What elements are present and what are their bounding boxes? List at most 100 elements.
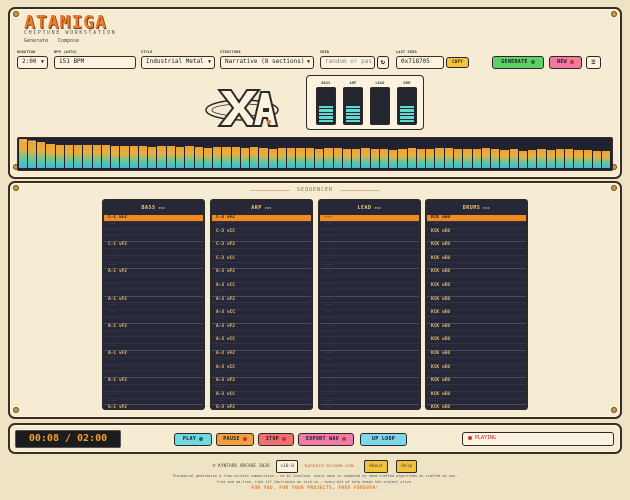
pause-button[interactable]: PAUSE	[216, 433, 254, 446]
sequencer-step[interactable]: A-1 vF2	[104, 324, 203, 331]
sequencer-step[interactable]: ---	[320, 324, 419, 331]
sequencer-step[interactable]: A-3 vF2	[212, 269, 311, 277]
sequencer-step[interactable]: ---	[212, 358, 311, 365]
sequencer-step[interactable]: ---	[320, 297, 419, 304]
sequencer-step[interactable]: ---	[427, 344, 526, 351]
sequencer-step[interactable]: ---	[427, 290, 526, 297]
sequencer-step[interactable]: ---	[104, 344, 203, 351]
sequencer-step[interactable]: A-3 vF2	[212, 351, 311, 358]
sequencer-step[interactable]: ---	[104, 392, 203, 399]
sequencer-step[interactable]: C-3 vF2	[212, 242, 311, 249]
sequencer-step[interactable]: ---	[320, 365, 419, 372]
sequencer-step[interactable]: ---	[104, 229, 203, 236]
about-button[interactable]: About	[364, 460, 388, 473]
sequencer-step[interactable]: ---	[104, 303, 203, 311]
copy-seed-button[interactable]: COPY	[446, 57, 469, 68]
help-button[interactable]: Help	[396, 460, 418, 473]
style-select[interactable]: Industrial Metal ▼	[141, 56, 215, 69]
sequencer-step[interactable]: ---	[212, 249, 311, 256]
sequencer-step[interactable]: A-1 vF2	[104, 378, 203, 385]
sequencer-step[interactable]: ---	[320, 249, 419, 256]
sequencer-step[interactable]: ---	[104, 385, 203, 392]
seed-input[interactable]: random or pas	[320, 56, 375, 69]
sequencer-step[interactable]: A-3 vCC	[212, 283, 311, 290]
sequencer-step[interactable]: ---	[104, 222, 203, 229]
sequencer-step[interactable]: A-1 vF2	[104, 297, 203, 304]
sequencer-step[interactable]: ---	[320, 405, 419, 408]
sequencer-step[interactable]: ---	[320, 263, 419, 270]
sequencer-step[interactable]: ---	[320, 351, 419, 358]
sequencer-step[interactable]: ---	[427, 358, 526, 365]
export-wav-button[interactable]: EXPORT WAV	[298, 433, 354, 446]
sequencer-step[interactable]: ---	[104, 276, 203, 283]
stop-button[interactable]: STOP	[258, 433, 294, 446]
sequencer-step[interactable]: ---	[320, 256, 419, 263]
sequencer-step[interactable]: ---	[427, 276, 526, 283]
sequencer-step[interactable]: ---	[320, 385, 419, 392]
sequencer-step[interactable]: ---	[320, 290, 419, 297]
sequencer-step[interactable]: C-3 vF2	[212, 215, 311, 222]
sequencer-step[interactable]: A-3 vF2	[212, 378, 311, 385]
sequencer-step[interactable]: A-3 vCC	[212, 310, 311, 317]
sequencer-step[interactable]: ---	[104, 365, 203, 372]
sequencer-step[interactable]: KCK vE0	[427, 405, 526, 408]
loop-button[interactable]: UP LOOP	[360, 433, 407, 446]
sequencer-step[interactable]: ---	[104, 310, 203, 317]
sequencer-step[interactable]: ---	[320, 317, 419, 324]
sequencer-step[interactable]: C-1 vF2	[104, 215, 203, 222]
sequencer-step[interactable]: ---	[320, 229, 419, 236]
sequencer-step[interactable]: KCK vE0	[427, 351, 526, 358]
new-button[interactable]: NEW	[549, 56, 582, 69]
sequencer-step[interactable]: ---	[104, 290, 203, 297]
sequencer-step[interactable]: ---	[320, 222, 419, 229]
sequencer-step[interactable]: ---	[104, 256, 203, 263]
sequencer-step[interactable]: A-3 vF2	[212, 324, 311, 331]
sequencer-step[interactable]: ---	[320, 337, 419, 345]
menu-button[interactable]: ≡	[586, 56, 601, 69]
sequencer-step[interactable]: KCK vE0	[427, 310, 526, 317]
sequencer-step[interactable]: A-1 vF2	[104, 269, 203, 277]
sequencer-step[interactable]: ---	[320, 283, 419, 290]
sequencer-step[interactable]: KCK vE0	[427, 242, 526, 249]
sequencer-step[interactable]: ---	[104, 358, 203, 365]
play-button[interactable]: PLAY	[174, 433, 212, 446]
sequencer-step[interactable]: C-1 vF2	[104, 242, 203, 249]
sequencer-step[interactable]: KCK vE0	[427, 256, 526, 263]
sequencer-step[interactable]: ---	[104, 337, 203, 345]
sequencer-step[interactable]: KCK vE0	[427, 269, 526, 277]
sequencer-step[interactable]: KCK vE0	[427, 378, 526, 385]
bpm-field[interactable]: 151 BPM	[54, 56, 136, 69]
sequencer-step[interactable]: C-3 vCC	[212, 256, 311, 263]
sequencer-step[interactable]: ---	[212, 317, 311, 324]
sequencer-step[interactable]: KCK vE0	[427, 337, 526, 345]
sequencer-step[interactable]: ---	[212, 385, 311, 392]
sequencer-step[interactable]: KCK vE0	[427, 324, 526, 331]
sequencer-step[interactable]: KCK vE0	[427, 365, 526, 372]
generate-button[interactable]: GENERATE	[492, 56, 544, 69]
sequencer-step[interactable]: KCK vE0	[427, 229, 526, 236]
structure-select[interactable]: Narrative (8 sections) ▼	[220, 56, 314, 69]
sequencer-step[interactable]: ---	[320, 276, 419, 283]
sequencer-step[interactable]: ---	[320, 399, 419, 406]
sequencer-step[interactable]: ---	[427, 222, 526, 229]
sequencer-step[interactable]: ---	[320, 269, 419, 277]
sequencer-step[interactable]: A-3 vCC	[212, 392, 311, 399]
sequencer-step[interactable]: ---	[212, 222, 311, 229]
sequencer-step[interactable]: ---	[320, 310, 419, 317]
sequencer-step[interactable]: ---	[104, 317, 203, 324]
sequencer-step[interactable]: ---	[427, 249, 526, 256]
sequencer-step[interactable]: ---	[427, 317, 526, 324]
sequencer-step[interactable]: ---	[320, 235, 419, 243]
refresh-seed-button[interactable]: ↻	[377, 56, 389, 69]
sequencer-step[interactable]: ---	[104, 331, 203, 338]
duration-select[interactable]: 2:00 ▼	[17, 56, 48, 69]
sequencer-step[interactable]: ---	[320, 392, 419, 399]
sequencer-step[interactable]: ---	[320, 331, 419, 338]
sequencer-step[interactable]: ---	[320, 344, 419, 351]
sequencer-step[interactable]: ---	[212, 290, 311, 297]
sequencer-step[interactable]: G-3 vF2	[212, 405, 311, 408]
sequencer-step[interactable]: ---	[212, 344, 311, 351]
sequencer-step[interactable]: KCK vE0	[427, 392, 526, 399]
sequencer-step[interactable]: KCK vE0	[427, 297, 526, 304]
sequencer-step[interactable]: A-3 vCC	[212, 337, 311, 345]
